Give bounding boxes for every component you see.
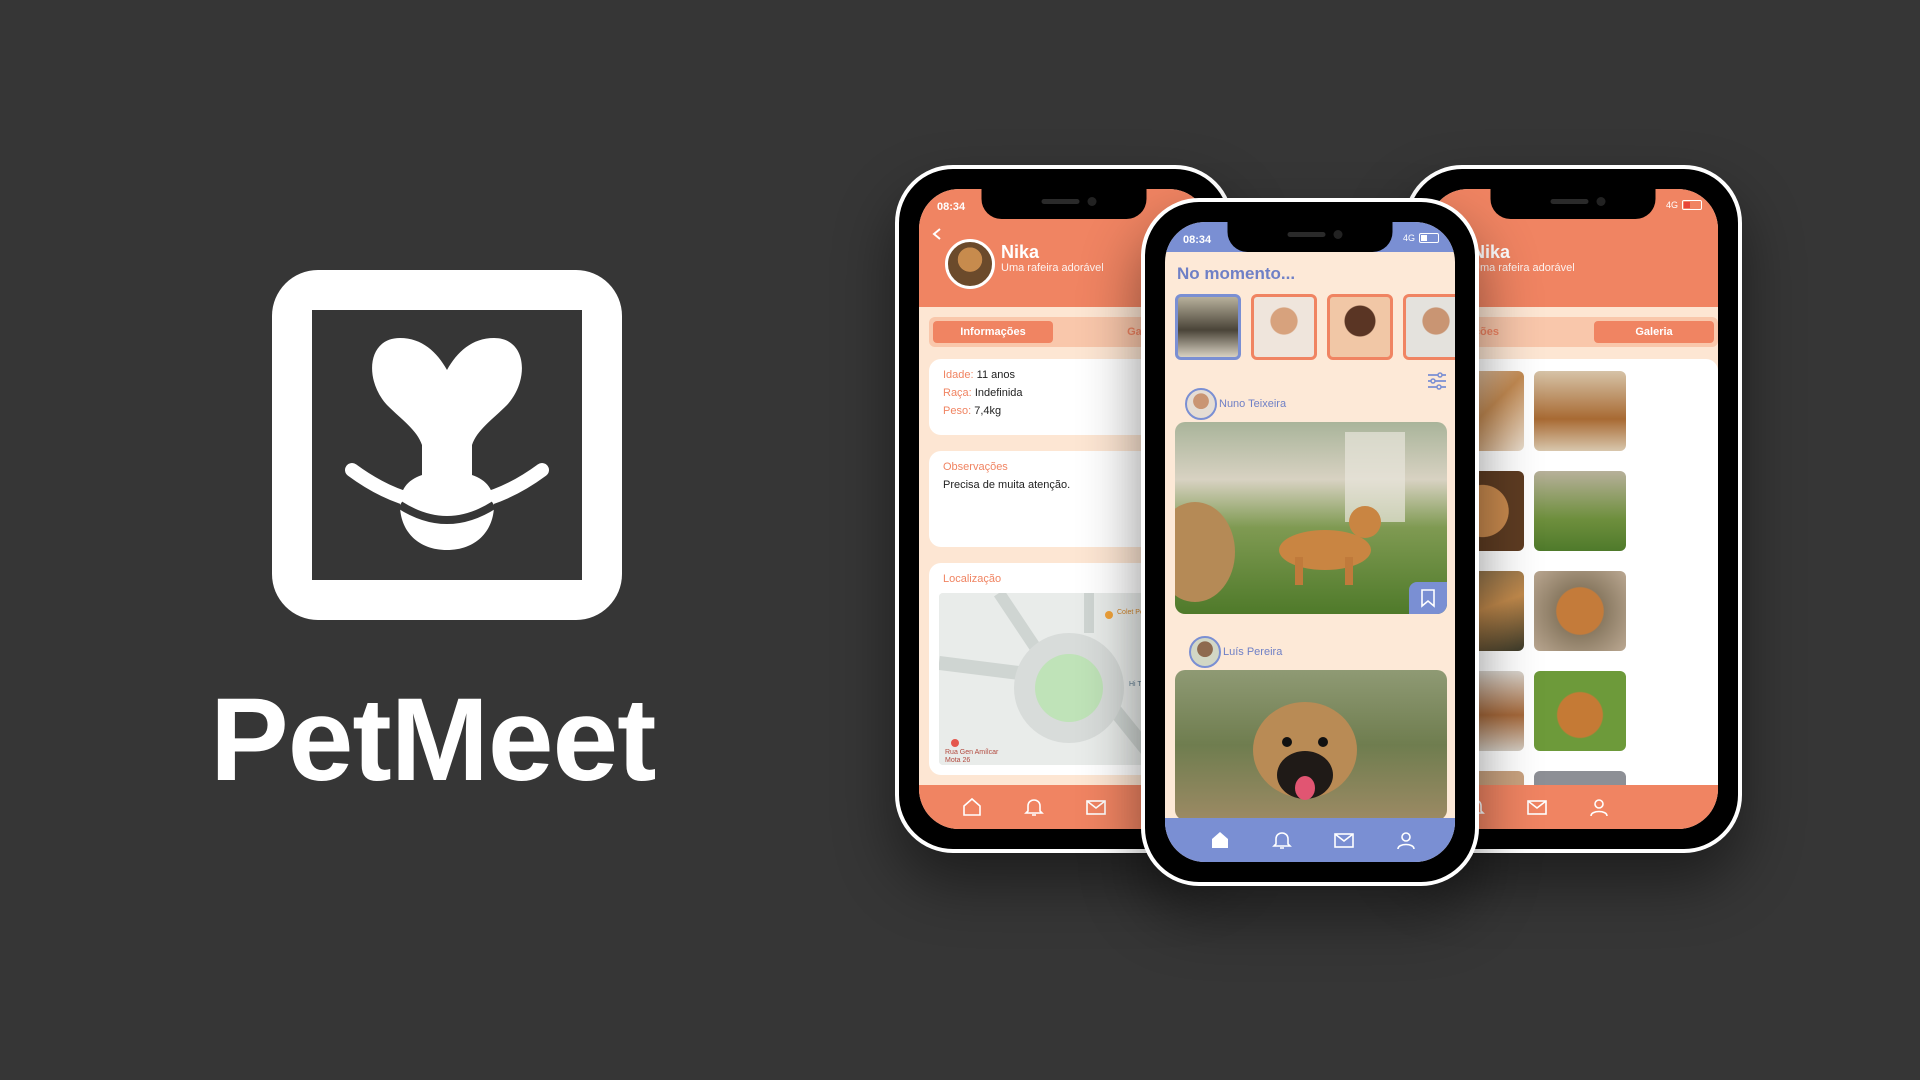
gallery-photo[interactable] xyxy=(1534,471,1626,551)
breed-label: Raça: xyxy=(943,387,972,399)
age-label: Idade: xyxy=(943,369,974,381)
status-indicators: 4G xyxy=(1666,200,1702,210)
post-photo[interactable] xyxy=(1175,670,1447,820)
phone-feed: 08:34 4G No momento... Nuno Teixeira Luí… xyxy=(1141,198,1479,886)
post-author[interactable]: Luís Pereira xyxy=(1223,646,1282,658)
author-avatar[interactable] xyxy=(1189,636,1221,668)
pet-subtitle: Uma rafeira adorável xyxy=(1001,262,1104,274)
gallery-photo[interactable] xyxy=(1534,371,1626,451)
status-time: 08:34 xyxy=(1183,234,1212,246)
age-value: 11 anos xyxy=(976,369,1015,381)
story-avatar[interactable] xyxy=(1403,294,1455,360)
story-avatar[interactable] xyxy=(1327,294,1393,360)
tab-galeria[interactable]: Galeria xyxy=(1594,321,1714,343)
logo-mark-icon xyxy=(345,338,549,550)
weight-value: 7,4kg xyxy=(974,405,1002,417)
battery-icon xyxy=(1419,233,1439,243)
story-avatar[interactable] xyxy=(1251,294,1317,360)
back-icon[interactable] xyxy=(931,227,945,241)
filter-icon[interactable] xyxy=(1427,372,1447,390)
bell-icon[interactable] xyxy=(1271,830,1293,850)
app-logo xyxy=(272,270,622,620)
post-author[interactable]: Nuno Teixeira xyxy=(1219,398,1286,410)
post-photo[interactable] xyxy=(1175,422,1447,614)
network-label: 4G xyxy=(1665,200,1678,210)
user-icon[interactable] xyxy=(1395,830,1417,850)
status-time: 08:34 xyxy=(937,201,966,213)
map-label-street: Rua Gen Amílcar Mota 26 xyxy=(945,749,999,764)
pet-avatar xyxy=(945,239,995,289)
mail-icon[interactable] xyxy=(1085,797,1107,817)
pet-subtitle: Uma rafeira adorável xyxy=(1472,262,1575,274)
breed-value: Indefinida xyxy=(974,387,1023,399)
user-icon[interactable] xyxy=(1588,797,1610,817)
brand-name: PetMeet xyxy=(210,674,656,806)
mail-icon[interactable] xyxy=(1526,797,1548,817)
bell-icon[interactable] xyxy=(1023,797,1045,817)
bookmark-button[interactable] xyxy=(1409,582,1447,614)
network-label: 4G xyxy=(1402,233,1415,243)
tab-informacoes[interactable]: Informações xyxy=(933,321,1053,343)
feed-title: No momento... xyxy=(1177,264,1296,283)
home-icon[interactable] xyxy=(961,797,983,817)
mail-icon[interactable] xyxy=(1333,830,1355,850)
pet-name: Nika xyxy=(1001,242,1040,262)
home-icon[interactable] xyxy=(1209,830,1231,850)
story-avatar[interactable] xyxy=(1175,294,1241,360)
battery-icon xyxy=(1682,200,1702,210)
author-avatar[interactable] xyxy=(1185,388,1217,420)
tab-bar xyxy=(1165,818,1455,862)
gallery-photo[interactable] xyxy=(1534,671,1626,751)
weight-label: Peso: xyxy=(943,405,972,417)
gallery-photo[interactable] xyxy=(1534,571,1626,651)
status-indicators: 4G xyxy=(1403,233,1439,243)
bookmark-icon xyxy=(1421,589,1435,608)
